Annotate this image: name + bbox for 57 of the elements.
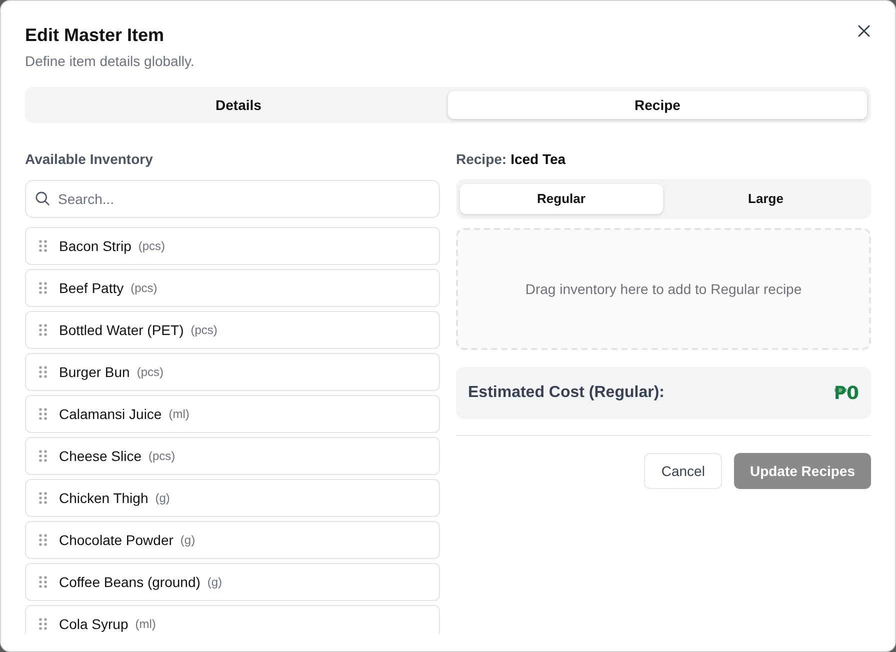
inventory-item[interactable]: Cheese Slice (pcs) (25, 437, 440, 475)
item-unit: (pcs) (190, 322, 218, 338)
drag-handle-icon[interactable] (39, 576, 47, 588)
inventory-item[interactable]: Chocolate Powder (g) (25, 521, 440, 559)
item-name: Coffee Beans (ground) (59, 573, 200, 592)
item-unit: (g) (180, 532, 196, 548)
item-name: Calamansi Juice (59, 405, 162, 424)
item-name: Cola Syrup (59, 615, 128, 634)
inventory-item[interactable]: Cola Syrup (ml) (25, 605, 440, 634)
item-unit: (ml) (135, 616, 156, 632)
item-unit: (pcs) (130, 280, 158, 296)
item-unit: (pcs) (148, 448, 176, 464)
inventory-item[interactable]: Beef Patty (pcs) (25, 269, 440, 307)
item-name: Burger Bun (59, 363, 130, 382)
inventory-item[interactable]: Bacon Strip (pcs) (25, 227, 440, 265)
inventory-item[interactable]: Coffee Beans (ground) (g) (25, 563, 440, 601)
search-field[interactable]: Search... (25, 180, 440, 218)
item-name: Cheese Slice (59, 447, 142, 466)
size-tab[interactable]: Large (664, 184, 867, 214)
cancel-button[interactable]: Cancel (644, 453, 722, 489)
drag-handle-icon[interactable] (39, 240, 47, 252)
cost-value: ₱0 (834, 382, 859, 406)
dialog-subtitle: Define item details globally. (25, 52, 194, 71)
search-icon (35, 191, 50, 206)
item-name: Bacon Strip (59, 237, 132, 256)
size-tab[interactable]: Regular (460, 184, 662, 214)
recipe-label: Recipe: (456, 150, 507, 169)
drag-handle-icon[interactable] (39, 282, 47, 294)
dialog-title: Edit Master Item (25, 24, 166, 47)
drag-handle-icon[interactable] (39, 366, 47, 378)
section-heading: Available Inventory (25, 150, 154, 169)
drag-handle-icon[interactable] (39, 492, 47, 504)
drag-handle-icon[interactable] (39, 450, 47, 462)
item-unit: (pcs) (138, 238, 166, 254)
drag-handle-icon[interactable] (39, 618, 47, 630)
tab[interactable]: Recipe (448, 91, 867, 119)
drag-handle-icon[interactable] (39, 324, 47, 336)
item-unit: (g) (155, 490, 170, 506)
recipe-name: Iced Tea (510, 150, 566, 169)
inventory-item[interactable]: Calamansi Juice (ml) (25, 395, 440, 433)
drag-handle-icon[interactable] (39, 534, 47, 546)
drag-handle-icon[interactable] (39, 408, 47, 420)
cost-label: Estimated Cost (Regular): (468, 383, 664, 403)
drop-zone[interactable]: Drag inventory here to add to Regular recipe (456, 228, 871, 350)
inventory-item[interactable]: Bottled Water (PET) (pcs) (25, 311, 440, 349)
item-name: Bottled Water (PET) (59, 321, 184, 340)
item-unit: (pcs) (136, 364, 164, 380)
inventory-item[interactable]: Chicken Thigh (g) (25, 479, 440, 517)
item-name: Beef Patty (59, 279, 124, 298)
item-unit: (ml) (168, 406, 190, 422)
item-name: Chocolate Powder (59, 531, 174, 550)
tab[interactable]: Details (29, 91, 448, 119)
item-unit: (g) (207, 574, 222, 590)
drop-zone-hint: Drag inventory here to add to Regular recipe (525, 280, 802, 299)
inventory-item[interactable]: Burger Bun (pcs) (25, 353, 440, 391)
close-icon (858, 25, 870, 37)
item-name: Chicken Thigh (59, 489, 148, 508)
